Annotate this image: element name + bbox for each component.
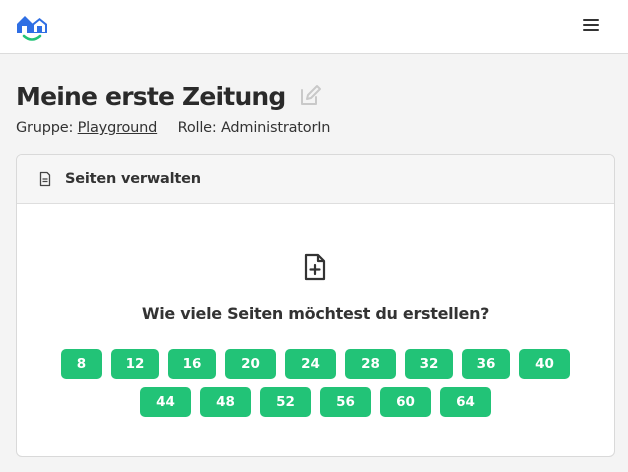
newspaper-meta: Gruppe: Playground Rolle: AdministratorI… [16, 120, 330, 136]
page-count-button[interactable]: 12 [111, 349, 159, 379]
page-count-button[interactable]: 40 [519, 349, 570, 379]
hamburger-icon [583, 19, 599, 21]
document-icon [39, 171, 51, 187]
page-options-row-2: 44 48 52 56 60 64 [17, 387, 614, 417]
file-plus-icon [304, 253, 326, 281]
panel-title: Seiten verwalten [65, 171, 201, 187]
page-count-button[interactable]: 28 [345, 349, 396, 379]
group-label: Gruppe: [16, 120, 74, 136]
page-count-button[interactable]: 48 [200, 387, 251, 417]
page-count-button[interactable]: 8 [61, 349, 102, 379]
page-count-button[interactable]: 56 [320, 387, 371, 417]
pencil-square-icon[interactable] [298, 84, 322, 108]
panel-header: Seiten verwalten [17, 155, 614, 204]
page-count-button[interactable]: 32 [405, 349, 453, 379]
pages-panel: Seiten verwalten Wie viele Seiten möchte… [16, 154, 615, 457]
page-title: Meine erste Zeitung [16, 81, 286, 111]
hamburger-menu-button[interactable] [581, 16, 601, 38]
page-count-button[interactable]: 20 [225, 349, 276, 379]
panel-body: Wie viele Seiten möchtest du erstellen? … [17, 204, 614, 456]
title-row: Meine erste Zeitung [16, 78, 322, 114]
page-options-row-1: 8 12 16 20 24 28 32 36 40 [17, 349, 614, 379]
page-count-button[interactable]: 16 [168, 349, 216, 379]
page-count-button[interactable]: 52 [260, 387, 311, 417]
page-count-question: Wie viele Seiten möchtest du erstellen? [141, 304, 490, 323]
page-count-button[interactable]: 64 [440, 387, 491, 417]
role-text: Rolle: AdministratorIn [177, 120, 331, 136]
page-count-button[interactable]: 60 [380, 387, 431, 417]
house-smile-logo[interactable] [15, 11, 49, 43]
page-count-button[interactable]: 44 [140, 387, 191, 417]
page-count-button[interactable]: 24 [285, 349, 336, 379]
top-navbar [0, 0, 628, 54]
page-count-button[interactable]: 36 [462, 349, 510, 379]
group-link[interactable]: Playground [78, 120, 158, 136]
